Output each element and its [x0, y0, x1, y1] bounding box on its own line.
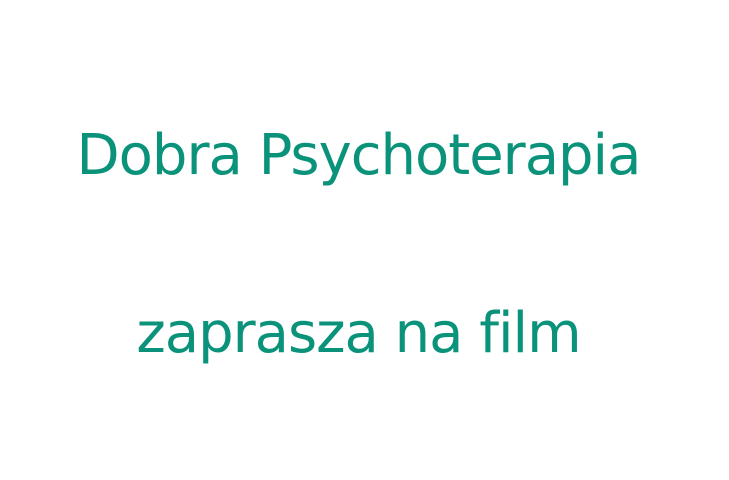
invitation-text: zaprasza na film — [136, 301, 581, 366]
organization-name: Dobra Psychoterapia — [76, 123, 642, 188]
announcement-card: Dobra Psychoterapia zaprasza na film — [0, 0, 729, 480]
